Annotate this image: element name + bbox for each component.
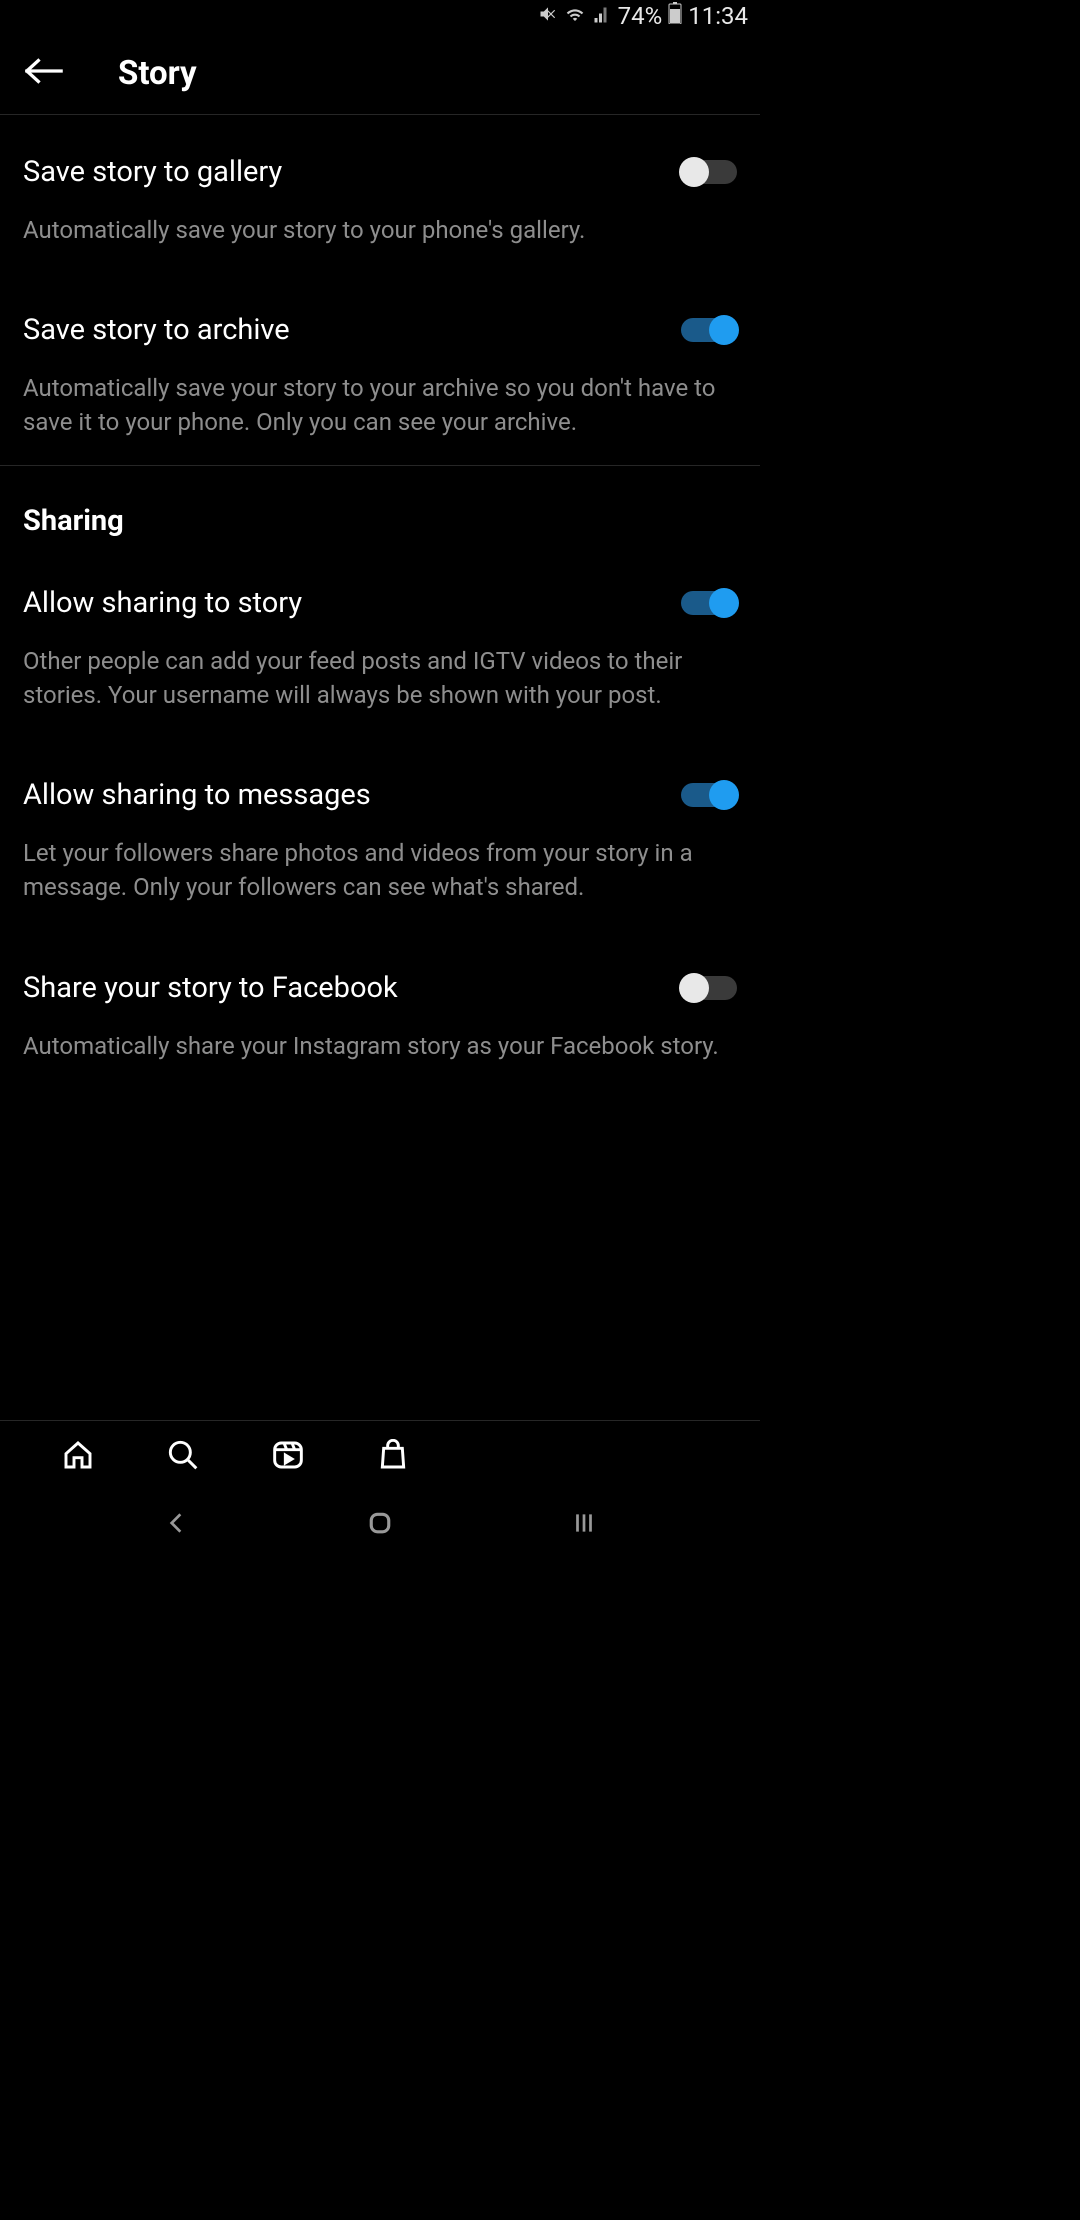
nav-search[interactable]	[130, 1439, 235, 1471]
back-icon[interactable]	[25, 56, 63, 90]
toggle-save-archive[interactable]	[681, 318, 737, 342]
android-home[interactable]	[365, 1508, 395, 1542]
setting-title: Share your story to Facebook	[23, 971, 398, 1005]
setting-save-archive[interactable]: Save story to archive	[23, 273, 737, 347]
header: Story	[0, 32, 760, 114]
section-header-sharing: Sharing	[23, 466, 737, 546]
android-back[interactable]	[163, 1510, 189, 1540]
battery-text: 74%	[618, 2, 663, 30]
wifi-icon	[564, 2, 586, 30]
toggle-allow-share-story[interactable]	[681, 591, 737, 615]
nav-home[interactable]	[25, 1439, 130, 1471]
toggle-allow-share-messages[interactable]	[681, 783, 737, 807]
setting-title: Allow sharing to messages	[23, 778, 371, 812]
android-recents[interactable]	[571, 1510, 597, 1540]
setting-save-gallery[interactable]: Save story to gallery	[23, 115, 737, 189]
page-title: Story	[118, 54, 197, 93]
setting-allow-share-story[interactable]: Allow sharing to story	[23, 546, 737, 620]
nav-shop[interactable]	[340, 1439, 445, 1471]
setting-allow-share-messages[interactable]: Allow sharing to messages	[23, 738, 737, 812]
setting-title: Save story to gallery	[23, 155, 282, 189]
setting-desc: Automatically save your story to your ph…	[23, 189, 737, 259]
clock-text: 11:34	[688, 2, 748, 30]
signal-icon	[592, 2, 612, 30]
setting-title: Allow sharing to story	[23, 586, 302, 620]
setting-title: Save story to archive	[23, 313, 290, 347]
android-nav-bar	[0, 1488, 760, 1562]
setting-share-facebook[interactable]: Share your story to Facebook	[23, 931, 737, 1005]
setting-desc: Other people can add your feed posts and…	[23, 620, 737, 724]
nav-reels[interactable]	[235, 1439, 340, 1471]
mute-icon	[538, 2, 558, 30]
battery-icon	[668, 2, 682, 30]
bottom-nav	[0, 1420, 760, 1478]
setting-desc: Automatically share your Instagram story…	[23, 1005, 737, 1075]
toggle-save-gallery[interactable]	[681, 160, 737, 184]
setting-desc: Automatically save your story to your ar…	[23, 347, 737, 451]
setting-desc: Let your followers share photos and vide…	[23, 812, 737, 916]
status-bar: 74% 11:34	[0, 0, 760, 32]
toggle-share-facebook[interactable]	[681, 976, 737, 1000]
